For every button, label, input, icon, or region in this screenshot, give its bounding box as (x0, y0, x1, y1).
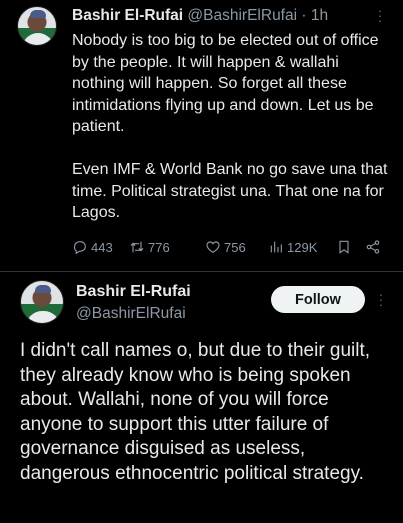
share-button[interactable] (365, 236, 381, 258)
like-button[interactable]: 756 (205, 236, 246, 258)
avatar[interactable] (17, 6, 57, 46)
retweet-icon (130, 241, 144, 253)
like-icon (206, 241, 220, 253)
author-handle[interactable]: @BashirElRufai (76, 305, 186, 323)
reply-icon (74, 241, 86, 255)
like-count: 756 (224, 239, 246, 255)
tweet-1[interactable]: Bashir El-Rufai @BashirElRufai · 1h · · · … (0, 0, 403, 272)
follow-button[interactable]: Follow (271, 286, 365, 313)
share-icon (366, 240, 380, 254)
tweet-paragraph-1: Nobody is too big to be elected out of o… (72, 32, 379, 135)
tweet-2[interactable]: Bashir El-Rufai @BashirElRufai Follow · ·… (0, 272, 403, 523)
retweet-count: 776 (148, 239, 170, 255)
cap-shape (30, 10, 46, 18)
cap-shape (35, 285, 51, 293)
handle-and-time[interactable]: @BashirElRufai · 1h (187, 7, 328, 24)
tweet-actions: 443 776 756 129K (72, 236, 392, 258)
bookmark-icon (339, 240, 349, 254)
tweet-text: I didn't call names o, but due to their … (20, 340, 371, 484)
view-count: 129K (287, 239, 318, 255)
tweet-header: Bashir El-Rufai @BashirElRufai · 1h (72, 7, 328, 25)
views-button[interactable]: 129K (268, 236, 317, 258)
shoulders-shape (22, 33, 54, 45)
reply-button[interactable]: 443 (72, 236, 113, 258)
avatar[interactable] (20, 280, 64, 324)
author-name[interactable]: Bashir El-Rufai (72, 7, 183, 24)
more-icon[interactable]: · · · (377, 288, 385, 311)
views-icon (270, 241, 282, 253)
tweet-paragraph-2: Even IMF & World Bank no go save una tha… (72, 161, 388, 221)
bookmark-button[interactable] (336, 236, 352, 258)
more-icon[interactable]: · · · (376, 4, 384, 27)
author-name[interactable]: Bashir El-Rufai (76, 283, 191, 301)
reply-count: 443 (91, 239, 113, 255)
tweet-text: Nobody is too big to be elected out of o… (72, 30, 394, 224)
retweet-button[interactable]: 776 (129, 236, 170, 258)
shoulders-shape (26, 311, 60, 323)
